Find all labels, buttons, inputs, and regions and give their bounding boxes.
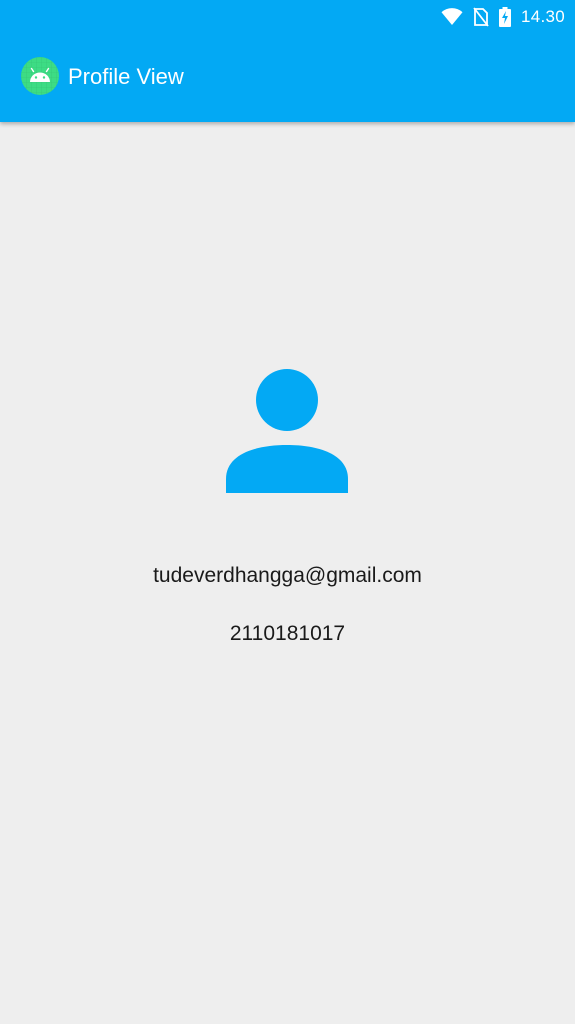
wifi-icon <box>441 8 463 26</box>
page-title: Profile View <box>68 64 184 89</box>
status-icons: 14.30 <box>441 5 565 29</box>
status-time: 14.30 <box>520 7 565 26</box>
no-sim-icon <box>473 7 489 27</box>
android-icon <box>21 57 59 95</box>
email-text: tudeverdhangga@gmail.com <box>153 564 422 587</box>
battery-charging-icon <box>498 7 511 27</box>
toolbar: Profile View <box>0 34 575 122</box>
status-bar: 14.30 <box>0 0 575 34</box>
profile-content: tudeverdhangga@gmail.com 2110181017 <box>0 122 575 1024</box>
app-bar: 14.30 Profile View <box>0 0 575 122</box>
person-icon <box>226 369 348 493</box>
id-number-text: 2110181017 <box>229 622 346 645</box>
